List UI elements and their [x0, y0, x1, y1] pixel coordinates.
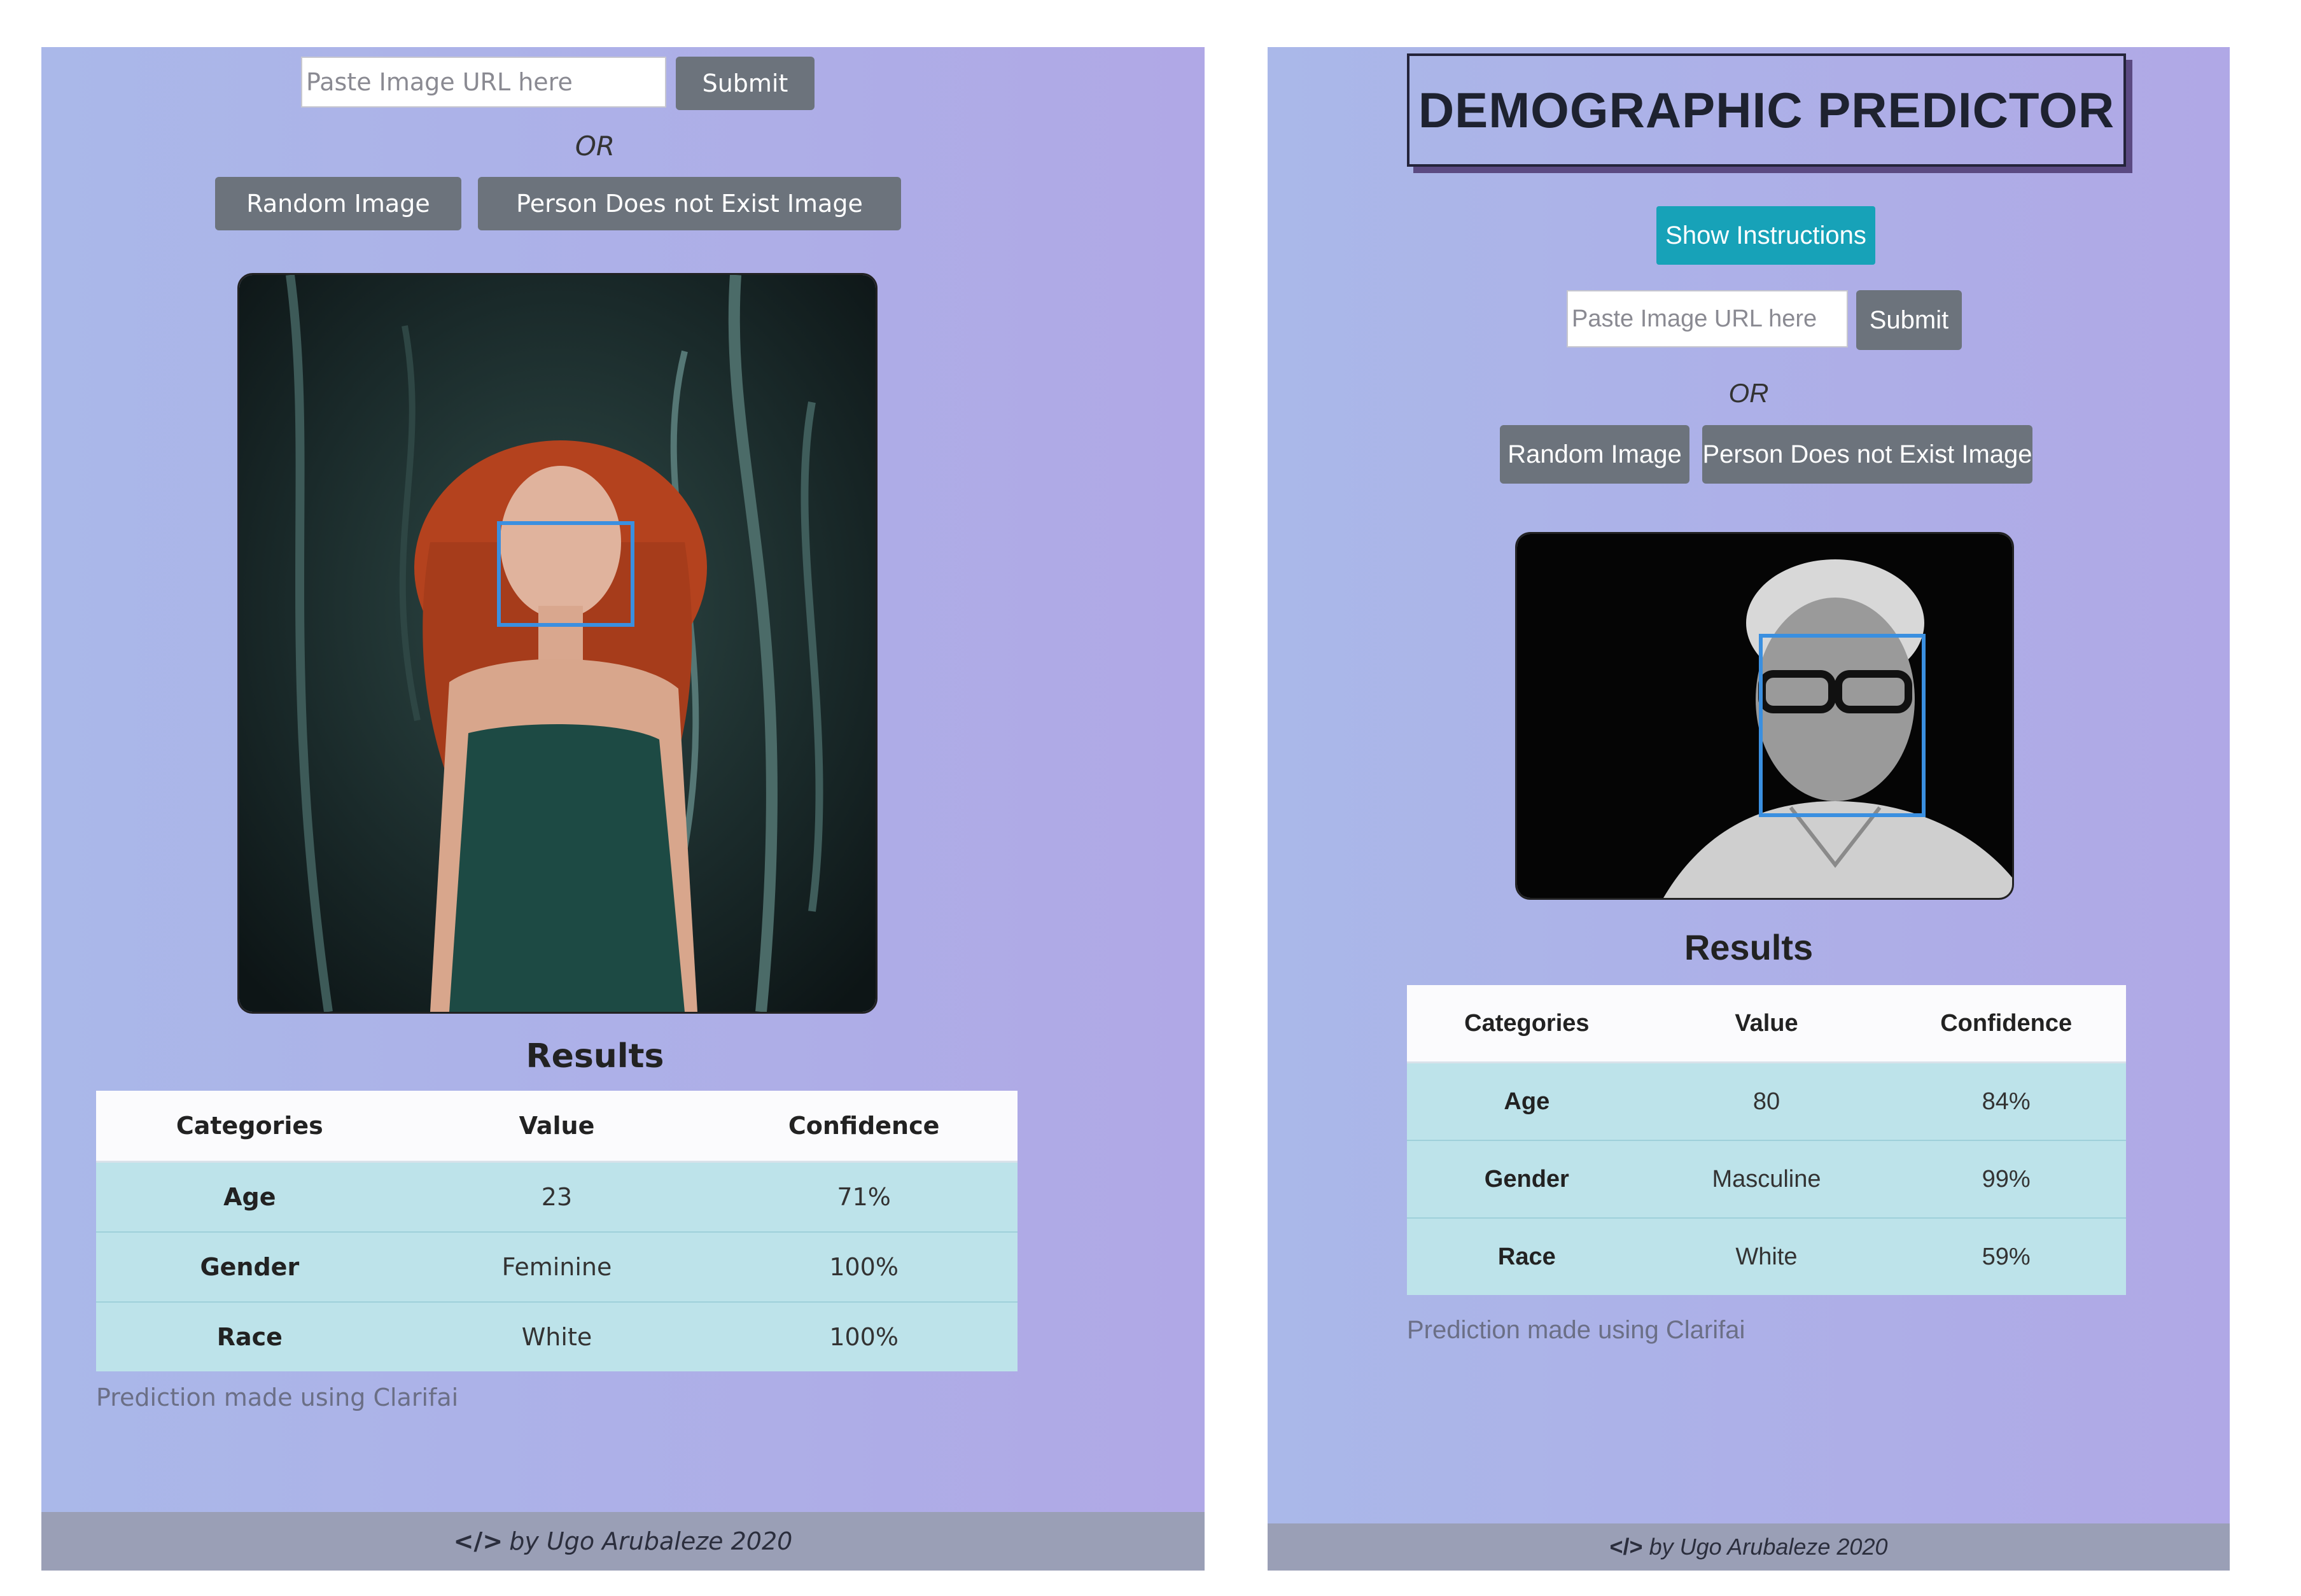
results-table: Categories Value Confidence Age 23 71% G…: [96, 1091, 1018, 1371]
row-confidence: 99%: [1886, 1140, 2126, 1218]
code-icon: </>: [453, 1527, 503, 1555]
table-row-race: Race White 100%: [96, 1301, 1018, 1371]
or-separator: OR: [1728, 378, 1769, 408]
input-photo: [1515, 532, 2014, 900]
code-icon: </>: [1609, 1534, 1643, 1560]
footer: </> by Ugo Arubaleze 2020: [41, 1512, 1205, 1571]
table-row-gender: Gender Masculine 99%: [1407, 1140, 2126, 1218]
row-confidence: 71%: [710, 1161, 1018, 1232]
table-row-age: Age 80 84%: [1407, 1062, 2126, 1140]
row-value: Masculine: [1646, 1140, 1887, 1218]
row-value: White: [403, 1301, 711, 1371]
row-confidence: 84%: [1886, 1062, 2126, 1140]
face-bounding-box: [1759, 634, 1926, 817]
prediction-credit: Prediction made using Clarifai: [1407, 1316, 1745, 1344]
column-header-value: Value: [1646, 985, 1887, 1063]
face-bounding-box: [497, 521, 634, 627]
row-category: Age: [96, 1161, 403, 1232]
column-header-value: Value: [403, 1091, 711, 1163]
input-photo: [237, 273, 878, 1014]
row-value: 23: [403, 1161, 711, 1232]
image-url-input[interactable]: Paste Image URL here: [301, 57, 666, 108]
row-category: Race: [96, 1301, 403, 1371]
random-image-button[interactable]: Random Image: [1500, 425, 1689, 484]
column-header-categories: Categories: [96, 1091, 403, 1163]
row-category: Gender: [1407, 1140, 1647, 1218]
footer: </> by Ugo Arubaleze 2020: [1268, 1523, 2230, 1571]
row-confidence: 59%: [1886, 1217, 2126, 1295]
app-panel-left: Paste Image URL here Submit OR Random Im…: [41, 47, 1205, 1571]
footer-text: by Ugo Arubaleze 2020: [1649, 1534, 1888, 1560]
column-header-categories: Categories: [1407, 985, 1647, 1063]
row-value: Feminine: [403, 1231, 711, 1302]
row-confidence: 100%: [710, 1231, 1018, 1302]
random-image-button[interactable]: Random Image: [215, 177, 461, 230]
row-category: Gender: [96, 1231, 403, 1302]
image-url-input[interactable]: Paste Image URL here: [1567, 290, 1848, 347]
prediction-credit: Prediction made using Clarifai: [96, 1383, 459, 1411]
submit-button[interactable]: Submit: [1856, 290, 1962, 350]
submit-button[interactable]: Submit: [676, 57, 815, 110]
table-row-gender: Gender Feminine 100%: [96, 1231, 1018, 1302]
app-panel-right: DEMOGRAPHIC PREDICTOR Show Instructions …: [1268, 47, 2230, 1571]
photo-illustration: [239, 275, 876, 1012]
results-title: Results: [1684, 927, 1814, 967]
results-title: Results: [526, 1037, 664, 1075]
or-separator: OR: [575, 130, 615, 162]
row-category: Race: [1407, 1217, 1647, 1295]
results-table: Categories Value Confidence Age 80 84% G…: [1407, 985, 2126, 1295]
footer-text: by Ugo Arubaleze 2020: [509, 1527, 793, 1555]
row-confidence: 100%: [710, 1301, 1018, 1371]
column-header-confidence: Confidence: [710, 1091, 1018, 1163]
row-value: 80: [1646, 1062, 1887, 1140]
table-row-age: Age 23 71%: [96, 1161, 1018, 1232]
app-title: DEMOGRAPHIC PREDICTOR: [1407, 53, 2126, 167]
column-header-confidence: Confidence: [1886, 985, 2126, 1063]
row-category: Age: [1407, 1062, 1647, 1140]
table-row-race: Race White 59%: [1407, 1217, 2126, 1295]
person-does-not-exist-button[interactable]: Person Does not Exist Image: [1702, 425, 2032, 484]
table-header-row: Categories Value Confidence: [96, 1091, 1018, 1163]
table-header-row: Categories Value Confidence: [1407, 985, 2126, 1063]
show-instructions-button[interactable]: Show Instructions: [1656, 206, 1875, 265]
person-does-not-exist-button[interactable]: Person Does not Exist Image: [478, 177, 901, 230]
row-value: White: [1646, 1217, 1887, 1295]
